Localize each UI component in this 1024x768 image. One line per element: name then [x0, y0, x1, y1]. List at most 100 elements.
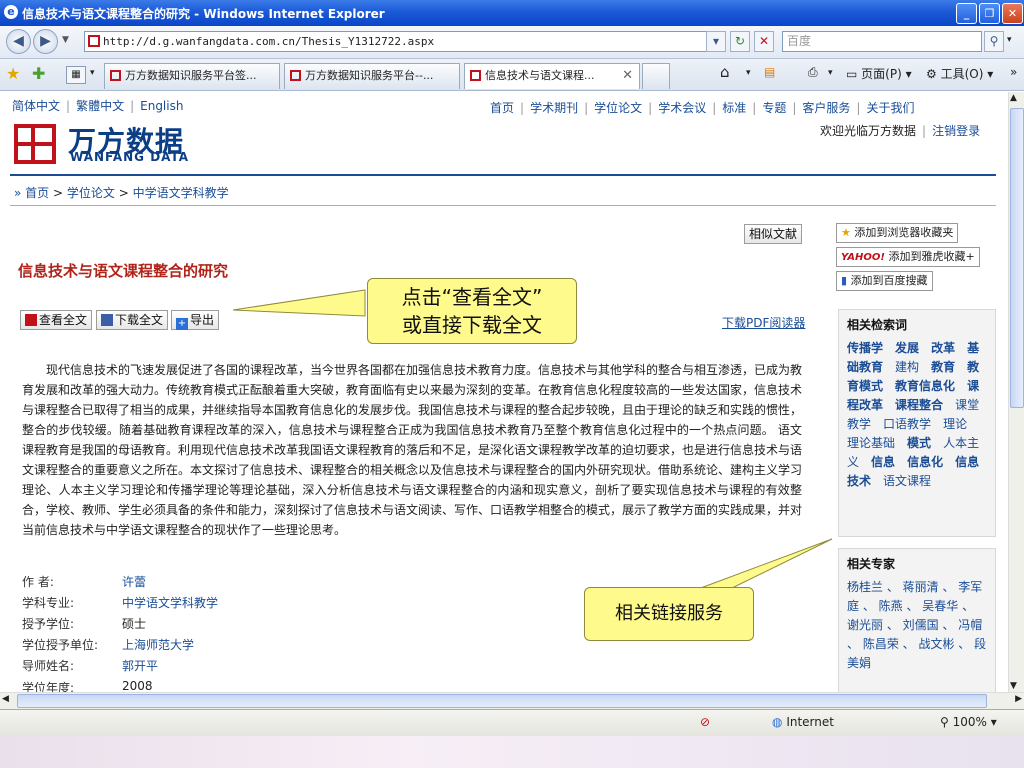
scroll-up-icon[interactable]: ▲	[1010, 93, 1017, 103]
lang-simplified[interactable]: 简体中文	[12, 99, 60, 113]
tab-1[interactable]: 万方数据知识服务平台签...	[104, 63, 280, 89]
related-term[interactable]: 模式	[907, 436, 931, 450]
related-term[interactable]: 信息	[871, 455, 895, 469]
home-dropdown-icon[interactable]: ▾	[746, 68, 751, 78]
add-baidu-favorites-button[interactable]: ▮ 添加到百度搜藏	[836, 271, 933, 291]
add-ie-favorites-button[interactable]: ★ 添加到浏览器收藏夹	[836, 223, 959, 243]
search-input[interactable]: 百度	[782, 31, 982, 52]
related-term[interactable]: 语文课程	[883, 474, 931, 488]
desktop-background	[0, 736, 1024, 768]
related-term[interactable]: 教育信息化	[895, 379, 955, 393]
related-term[interactable]: 教育	[931, 360, 955, 374]
meta-advisor-key: 导师姓名:	[22, 659, 75, 673]
related-term[interactable]: 口语教学	[883, 417, 931, 431]
tab-3-active[interactable]: 信息技术与语文课程... ✕	[464, 63, 640, 89]
nav-journals[interactable]: 学术期刊	[530, 101, 578, 115]
related-term[interactable]: 发展	[895, 341, 919, 355]
page-menu[interactable]: ▭ 页面(P) ▾	[846, 65, 912, 82]
forward-button[interactable]: ▶	[33, 29, 58, 54]
related-term[interactable]: 改革	[931, 341, 955, 355]
quick-tabs-icon[interactable]: ▦	[66, 66, 86, 84]
breadcrumb-subject[interactable]: 中学语文学科教学	[133, 186, 229, 200]
tab-list-icon[interactable]: ▾	[90, 68, 95, 78]
search-icon[interactable]: ⚲	[984, 31, 1004, 52]
print-icon[interactable]: ⎙	[808, 65, 818, 80]
breadcrumb-theses[interactable]: 学位论文	[67, 186, 115, 200]
tab-2[interactable]: 万方数据知识服务平台--...	[284, 63, 460, 89]
meta-institution-value[interactable]: 上海师范大学	[122, 636, 194, 653]
related-terms-list: 传播学 发展 改革 基础教育 建构 教育 教育模式 教育信息化 课程改革 课程整…	[847, 339, 987, 491]
tools-menu[interactable]: ⚙ 工具(O) ▾	[926, 65, 993, 82]
logout-link[interactable]: 注销登录	[932, 124, 980, 138]
lang-traditional[interactable]: 繁體中文	[76, 99, 124, 113]
address-dropdown-icon[interactable]: ▾	[706, 31, 726, 52]
status-bar: ⊘ ◍ Internet ⚲ 100% ▾	[0, 709, 1024, 736]
favorites-star-icon[interactable]: ★	[6, 64, 20, 83]
nav-about[interactable]: 关于我们	[866, 101, 914, 115]
scroll-left-icon[interactable]: ◀	[2, 694, 9, 704]
new-tab-button[interactable]	[642, 63, 670, 89]
zoom-control[interactable]: ⚲ 100% ▾	[940, 715, 997, 729]
meta-advisor-value[interactable]: 郭开平	[122, 657, 158, 674]
view-fulltext-button[interactable]: 查看全文	[20, 310, 93, 330]
similar-docs-button[interactable]: 相似文献	[744, 224, 803, 244]
related-terms-box: 相关检索词 传播学 发展 改革 基础教育 建构 教育 教育模式 教育信息化 课程…	[838, 309, 996, 537]
meta-author-value[interactable]: 许蕾	[122, 573, 146, 590]
paper-title: 信息技术与语文课程整合的研究	[18, 262, 229, 280]
restore-button[interactable]: ❐	[979, 3, 1000, 24]
popup-blocker-icon[interactable]: ⊘	[700, 715, 710, 729]
nav-home[interactable]: 首页	[490, 101, 514, 115]
add-favorites-icon[interactable]: ✚	[32, 64, 45, 83]
home-icon[interactable]: ⌂	[720, 63, 730, 81]
refresh-icon[interactable]: ↻	[730, 31, 750, 52]
related-term[interactable]: 传播学	[847, 341, 883, 355]
horizontal-scroll-thumb[interactable]	[17, 694, 987, 708]
wanfang-logo-icon[interactable]	[14, 124, 56, 164]
rss-feed-icon[interactable]: ▤	[764, 65, 775, 79]
related-term[interactable]: 理论	[943, 417, 967, 431]
meta-institution-key: 学位授予单位:	[22, 638, 99, 652]
security-zone: ◍ Internet	[772, 715, 834, 729]
nav-topics[interactable]: 专题	[762, 101, 786, 115]
add-yahoo-favorites-button[interactable]: YAHOO! 添加到雅虎收藏+	[836, 247, 980, 267]
paper-abstract: 现代信息技术的飞速发展促进了各国的课程改革，当今世界各国都在加强信息技术教育力度…	[22, 363, 803, 537]
search-options-icon[interactable]: ▾	[1007, 35, 1012, 45]
download-fulltext-button[interactable]: 下载全文	[96, 310, 169, 330]
related-term[interactable]: 建构	[895, 360, 919, 374]
nav-customer-service[interactable]: 客户服务	[802, 101, 850, 115]
vertical-scroll-thumb[interactable]	[1010, 108, 1024, 408]
related-experts-title: 相关专家	[847, 557, 896, 571]
nav-theses[interactable]: 学位论文	[594, 101, 642, 115]
pdf-icon	[25, 314, 37, 326]
minimize-button[interactable]: _	[956, 3, 977, 24]
nav-standards[interactable]: 标准	[722, 101, 746, 115]
print-dropdown-icon[interactable]: ▾	[828, 68, 833, 78]
stop-icon[interactable]: ✕	[754, 31, 774, 52]
related-term[interactable]: 理论基础	[847, 436, 895, 450]
history-dropdown-icon[interactable]: ▼	[62, 35, 69, 45]
globe-icon: ◍	[772, 715, 783, 729]
view-fulltext-label: 查看全文	[39, 313, 88, 327]
address-input[interactable]: http://d.g.wanfangdata.com.cn/Thesis_Y13…	[84, 31, 722, 52]
related-experts-list[interactable]: 杨桂兰 、 蒋丽清 、 李军庭 、 陈燕 、 吴春华 、 谢光丽 、 刘儒国 、…	[847, 578, 987, 673]
close-tab-icon[interactable]: ✕	[622, 64, 633, 88]
toolbar-overflow-icon[interactable]: »	[1010, 65, 1017, 79]
vertical-scrollbar[interactable]: ▲ ▼	[1008, 92, 1024, 692]
logo-text-en: WANFANG DATA	[70, 150, 190, 164]
scroll-right-icon[interactable]: ▶	[1015, 694, 1022, 704]
close-window-button[interactable]: ✕	[1002, 3, 1023, 24]
export-button[interactable]: + 导出	[171, 310, 220, 330]
meta-degree-key: 授予学位:	[22, 617, 75, 631]
pdf-reader-link[interactable]: 下载PDF阅读器	[722, 314, 805, 331]
nav-conferences[interactable]: 学术会议	[658, 101, 706, 115]
related-term[interactable]: 课程整合	[895, 398, 943, 412]
window-titlebar: e 信息技术与语文课程整合的研究 - Windows Internet Expl…	[0, 0, 1024, 26]
back-button[interactable]: ◀	[6, 29, 31, 54]
breadcrumb-home[interactable]: 首页	[25, 186, 49, 200]
lang-english[interactable]: English	[140, 99, 183, 113]
horizontal-scrollbar[interactable]: ◀ ▶	[0, 692, 1024, 709]
meta-major-value[interactable]: 中学语文学科教学	[122, 594, 218, 611]
related-term[interactable]: 信息化	[907, 455, 943, 469]
scroll-down-icon[interactable]: ▼	[1010, 681, 1017, 691]
callout-related-links: 相关链接服务	[584, 587, 754, 641]
